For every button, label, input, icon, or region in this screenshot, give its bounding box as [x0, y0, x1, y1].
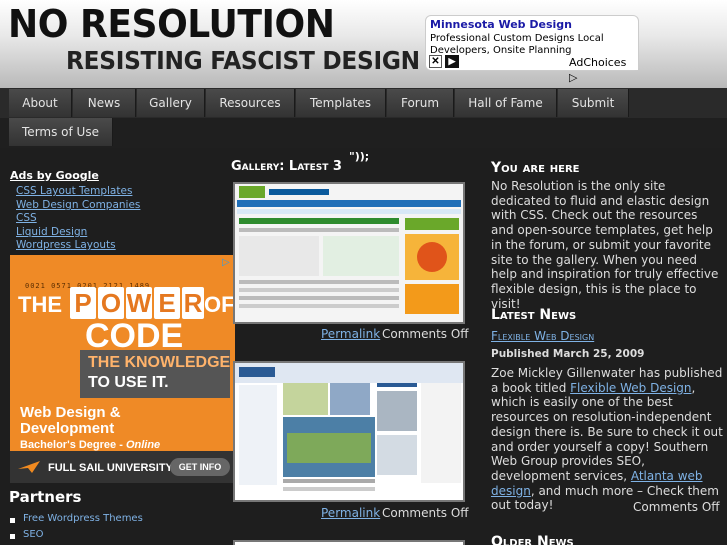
comments-off-1: Comments Off: [382, 327, 469, 341]
adchoices-link[interactable]: AdChoices ▷: [566, 55, 638, 84]
top-ad-title[interactable]: Minnesota Web Design: [430, 18, 572, 31]
partner-link-free-wordpress-themes[interactable]: Free Wordpress Themes: [23, 513, 143, 524]
stray-code-text: "));: [349, 150, 370, 163]
banner-school-name: FULL SAIL UNIVERSITY.: [48, 462, 175, 474]
nav-item-about[interactable]: About: [9, 89, 72, 117]
flexible-web-design-link[interactable]: Flexible Web Design: [570, 381, 691, 395]
ad-link-css-layout-templates[interactable]: CSS Layout Templates: [16, 185, 132, 197]
news-comments-off: Comments Off: [633, 500, 720, 514]
banner-letter: O: [98, 287, 124, 319]
banner-letter: R: [182, 287, 204, 319]
close-icon[interactable]: ✕: [429, 55, 442, 68]
latest-news-title: Latest News: [491, 307, 577, 323]
banner-ad[interactable]: ▷ 0021 0571 0201 2121 1489 THE P O W E R…: [10, 255, 235, 483]
news-title-link[interactable]: Flexible Web Design: [491, 329, 594, 343]
get-info-button[interactable]: GET INFO: [170, 458, 230, 476]
nav-item-news[interactable]: News: [73, 89, 136, 117]
published-date: Published March 25, 2009: [491, 348, 645, 360]
nav-item-hall-of-fame[interactable]: Hall of Fame: [455, 89, 557, 117]
banner-knowledge-line2: TO USE IT.: [88, 374, 169, 391]
top-ad-description[interactable]: Professional Custom Designs Local Develo…: [430, 33, 620, 57]
permalink-link-2[interactable]: Permalink: [321, 506, 380, 520]
page: NO RESOLUTION RESISTING FASCIST DESIGN M…: [0, 0, 727, 545]
main-nav: About News Gallery Resources Templates F…: [0, 88, 727, 148]
site-screenshot-image: [235, 184, 463, 322]
left-sidebar: Ads by Google CSS Layout Templates Web D…: [0, 150, 240, 545]
gallery-thumbnail-1[interactable]: [233, 182, 465, 324]
banner-the: THE: [18, 292, 62, 317]
ad-link-web-design-companies[interactable]: Web Design Companies: [16, 199, 140, 211]
ad-link-css[interactable]: CSS: [16, 212, 37, 224]
banner-letter: W: [126, 287, 152, 319]
bullet-icon: [10, 534, 15, 539]
banner-degree-line2: Development: [20, 420, 115, 437]
banner-letter: E: [154, 287, 180, 319]
banner-knowledge-line1: THE KNOWLEDGE: [88, 354, 231, 371]
permalink-link-1[interactable]: Permalink: [321, 327, 380, 341]
banner-letter: P: [70, 287, 96, 319]
bullet-icon: [10, 518, 15, 523]
news-body: Zoe Mickley Gillenwater has published a …: [491, 366, 723, 513]
gallery-thumbnail-3[interactable]: [233, 540, 465, 545]
site-screenshot-image: [235, 363, 463, 500]
nav-item-templates[interactable]: Templates: [296, 89, 386, 117]
site-logo-title[interactable]: NO RESOLUTION: [8, 2, 335, 46]
you-are-here-text: No Resolution is the only site dedicated…: [491, 179, 719, 311]
play-icon[interactable]: ▶: [445, 55, 459, 68]
right-sidebar: You are here No Resolution is the only s…: [488, 150, 727, 545]
nav-item-submit[interactable]: Submit: [558, 89, 629, 117]
plane-icon: [18, 461, 40, 473]
comments-off-2: Comments Off: [382, 506, 469, 520]
gallery-thumbnail-2[interactable]: [233, 361, 465, 502]
nav-item-terms-of-use[interactable]: Terms of Use: [9, 118, 113, 146]
ad-link-wordpress-layouts[interactable]: Wordpress Layouts: [16, 239, 116, 251]
banner-degree-line3: Bachelor's Degree - Online: [20, 439, 161, 451]
gallery-title: Gallery: Latest 3: [231, 159, 342, 174]
ads-by-google-title[interactable]: Ads by Google: [10, 169, 99, 182]
gallery-section: ")); Gallery: Latest 3 Permalink Comment…: [228, 150, 483, 545]
you-are-here-title: You are here: [491, 160, 580, 176]
ad-link-liquid-design[interactable]: Liquid Design: [16, 226, 87, 238]
site-logo-tagline: RESISTING FASCIST DESIGN: [66, 46, 420, 75]
banner-degree-line1: Web Design &: [20, 404, 121, 421]
site-header: NO RESOLUTION RESISTING FASCIST DESIGN M…: [0, 0, 727, 88]
nav-item-resources[interactable]: Resources: [206, 89, 295, 117]
banner-online: Online: [125, 439, 161, 451]
older-news-title: Older News: [491, 534, 574, 545]
nav-item-gallery[interactable]: Gallery: [137, 89, 205, 117]
partner-link-seo[interactable]: SEO: [23, 529, 44, 540]
nav-item-forum[interactable]: Forum: [387, 89, 454, 117]
partners-title: Partners: [9, 488, 82, 506]
